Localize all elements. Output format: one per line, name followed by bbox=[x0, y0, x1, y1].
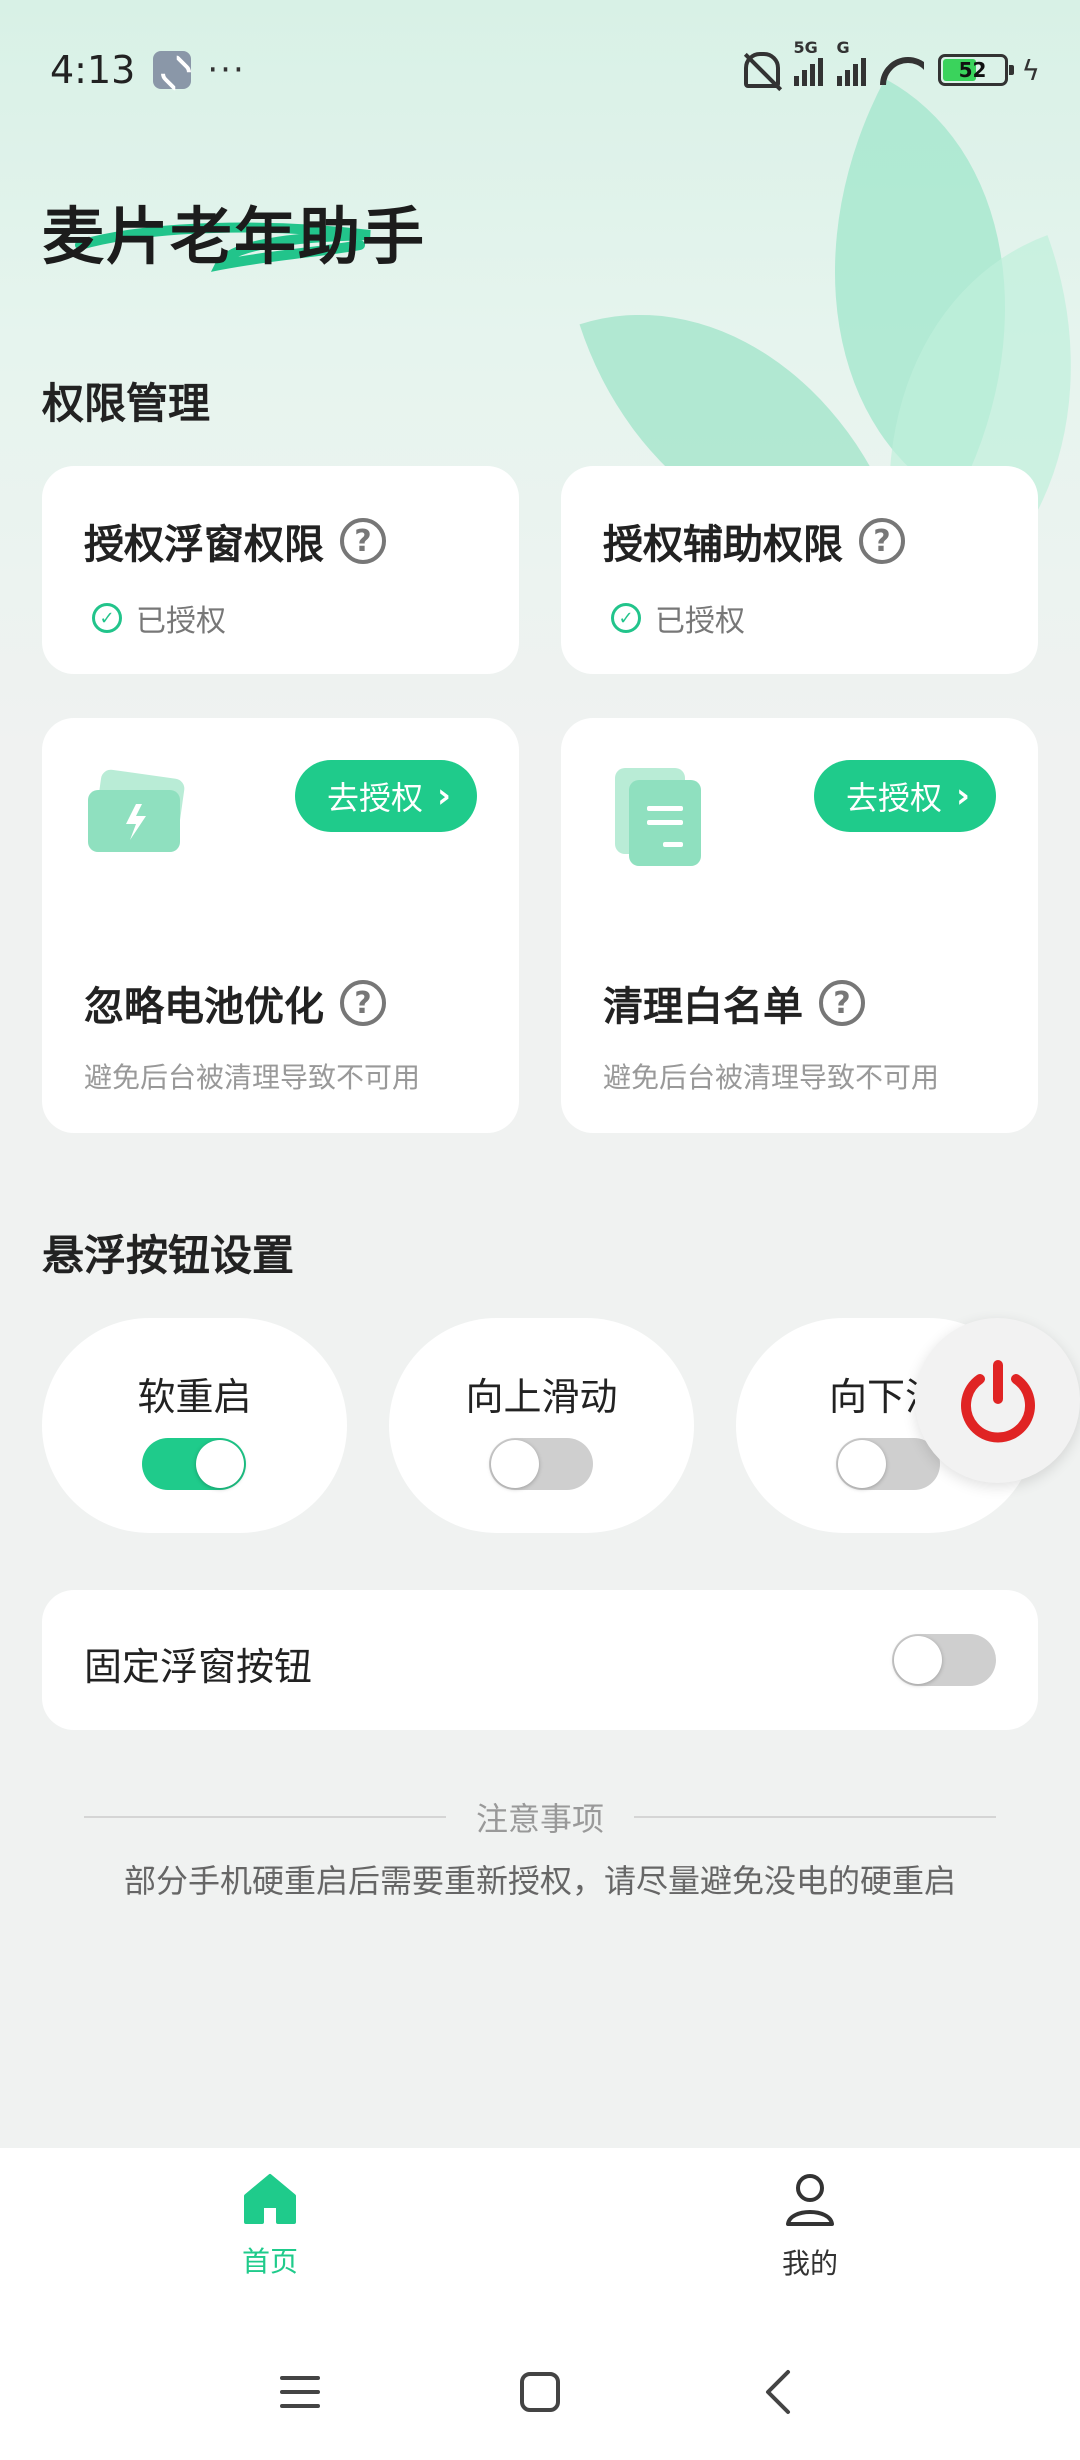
nav-label: 首页 bbox=[241, 2245, 298, 2278]
card-description: 避免后台被清理导致不可用 bbox=[84, 1061, 421, 1094]
card-title: 清理白名单 bbox=[603, 984, 803, 1030]
notice-divider: 注意事项 bbox=[84, 1794, 997, 1840]
person-icon bbox=[786, 2174, 834, 2226]
float-settings-section-title: 悬浮按钮设置 bbox=[42, 1231, 295, 1280]
battery-authorize-button[interactable]: 去授权 › bbox=[294, 760, 477, 832]
menu-icon[interactable] bbox=[278, 2372, 322, 2412]
fixed-float-switch[interactable] bbox=[892, 1634, 996, 1686]
card-title: 授权浮窗权限 bbox=[84, 522, 324, 568]
nav-label: 我的 bbox=[781, 2247, 838, 2280]
signal-g-icon: G bbox=[836, 38, 866, 86]
status-time: 4:13 bbox=[50, 48, 136, 92]
button-label: 去授权 bbox=[326, 779, 423, 817]
signal-5g-icon: 5G bbox=[793, 38, 823, 86]
accessibility-permission-card[interactable]: 授权辅助权限 ? ✓ 已授权 bbox=[561, 466, 1038, 674]
wrench-icon bbox=[153, 51, 192, 89]
clipboard-icon bbox=[615, 768, 701, 866]
battery-optimization-card[interactable]: 去授权 › 忽略电池优化 ? 避免后台被清理导致不可用 bbox=[42, 718, 519, 1133]
permissions-section-title: 权限管理 bbox=[42, 379, 211, 428]
bell-muted-icon bbox=[743, 52, 780, 88]
swipe-down-switch[interactable] bbox=[836, 1438, 940, 1490]
swipe-up-switch[interactable] bbox=[489, 1438, 593, 1490]
help-icon[interactable]: ? bbox=[340, 980, 386, 1026]
battery-level: 52 bbox=[958, 58, 987, 82]
notice-text: 部分手机硬重启后需要重新授权，请尽量避免没电的硬重启 bbox=[123, 1862, 956, 1900]
status-text: 已授权 bbox=[655, 604, 745, 639]
help-icon[interactable]: ? bbox=[340, 518, 386, 564]
granted-status: ✓ 已授权 bbox=[92, 596, 226, 640]
signal-tag: G bbox=[836, 38, 850, 57]
chevron-right-icon: › bbox=[436, 776, 451, 816]
more-notifications-icon: ··· bbox=[207, 50, 246, 90]
battery-icon: 52 bbox=[937, 54, 1014, 86]
floating-power-button[interactable] bbox=[915, 1318, 1080, 1483]
home-icon bbox=[244, 2174, 296, 2224]
power-icon bbox=[960, 1359, 1035, 1442]
card-title: 授权辅助权限 bbox=[603, 522, 843, 568]
notice-title: 注意事项 bbox=[476, 1800, 605, 1838]
whitelist-authorize-button[interactable]: 去授权 › bbox=[813, 760, 996, 832]
help-icon[interactable]: ? bbox=[859, 518, 905, 564]
help-icon[interactable]: ? bbox=[819, 980, 865, 1026]
fixed-float-card[interactable]: 固定浮窗按钮 bbox=[42, 1590, 1038, 1730]
granted-status: ✓ 已授权 bbox=[611, 596, 745, 640]
wifi-icon bbox=[880, 55, 924, 85]
status-text: 已授权 bbox=[136, 604, 226, 639]
back-icon[interactable] bbox=[760, 2368, 796, 2416]
toggle-label: 软重启 bbox=[137, 1375, 252, 1419]
soft-restart-toggle-card[interactable]: 软重启 bbox=[42, 1318, 347, 1533]
whitelist-card[interactable]: 去授权 › 清理白名单 ? 避免后台被清理导致不可用 bbox=[561, 718, 1038, 1133]
fixed-float-label: 固定浮窗按钮 bbox=[84, 1645, 313, 1689]
button-label: 去授权 bbox=[845, 779, 942, 817]
system-navigation-bar bbox=[0, 2346, 1080, 2446]
soft-restart-switch[interactable] bbox=[142, 1438, 246, 1490]
nav-me[interactable]: 我的 bbox=[710, 2172, 910, 2282]
card-description: 避免后台被清理导致不可用 bbox=[603, 1061, 940, 1094]
charging-icon: ϟ bbox=[1021, 53, 1040, 87]
toggle-label: 向上滑动 bbox=[465, 1375, 618, 1419]
overlay-permission-card[interactable]: 授权浮窗权限 ? ✓ 已授权 bbox=[42, 466, 519, 674]
check-circle-icon: ✓ bbox=[92, 603, 122, 633]
check-circle-icon: ✓ bbox=[611, 603, 641, 633]
home-square-icon[interactable] bbox=[518, 2370, 562, 2414]
card-title: 忽略电池优化 bbox=[84, 984, 324, 1030]
app-title: 麦片老年助手 bbox=[42, 200, 427, 273]
swipe-up-toggle-card[interactable]: 向上滑动 bbox=[389, 1318, 694, 1533]
signal-tag: 5G bbox=[793, 38, 818, 57]
status-bar: 4:13 ··· 5G G 52 ϟ bbox=[50, 38, 1040, 100]
chevron-right-icon: › bbox=[955, 776, 970, 816]
battery-card-icon bbox=[88, 769, 185, 852]
nav-home[interactable]: 首页 bbox=[170, 2172, 370, 2280]
